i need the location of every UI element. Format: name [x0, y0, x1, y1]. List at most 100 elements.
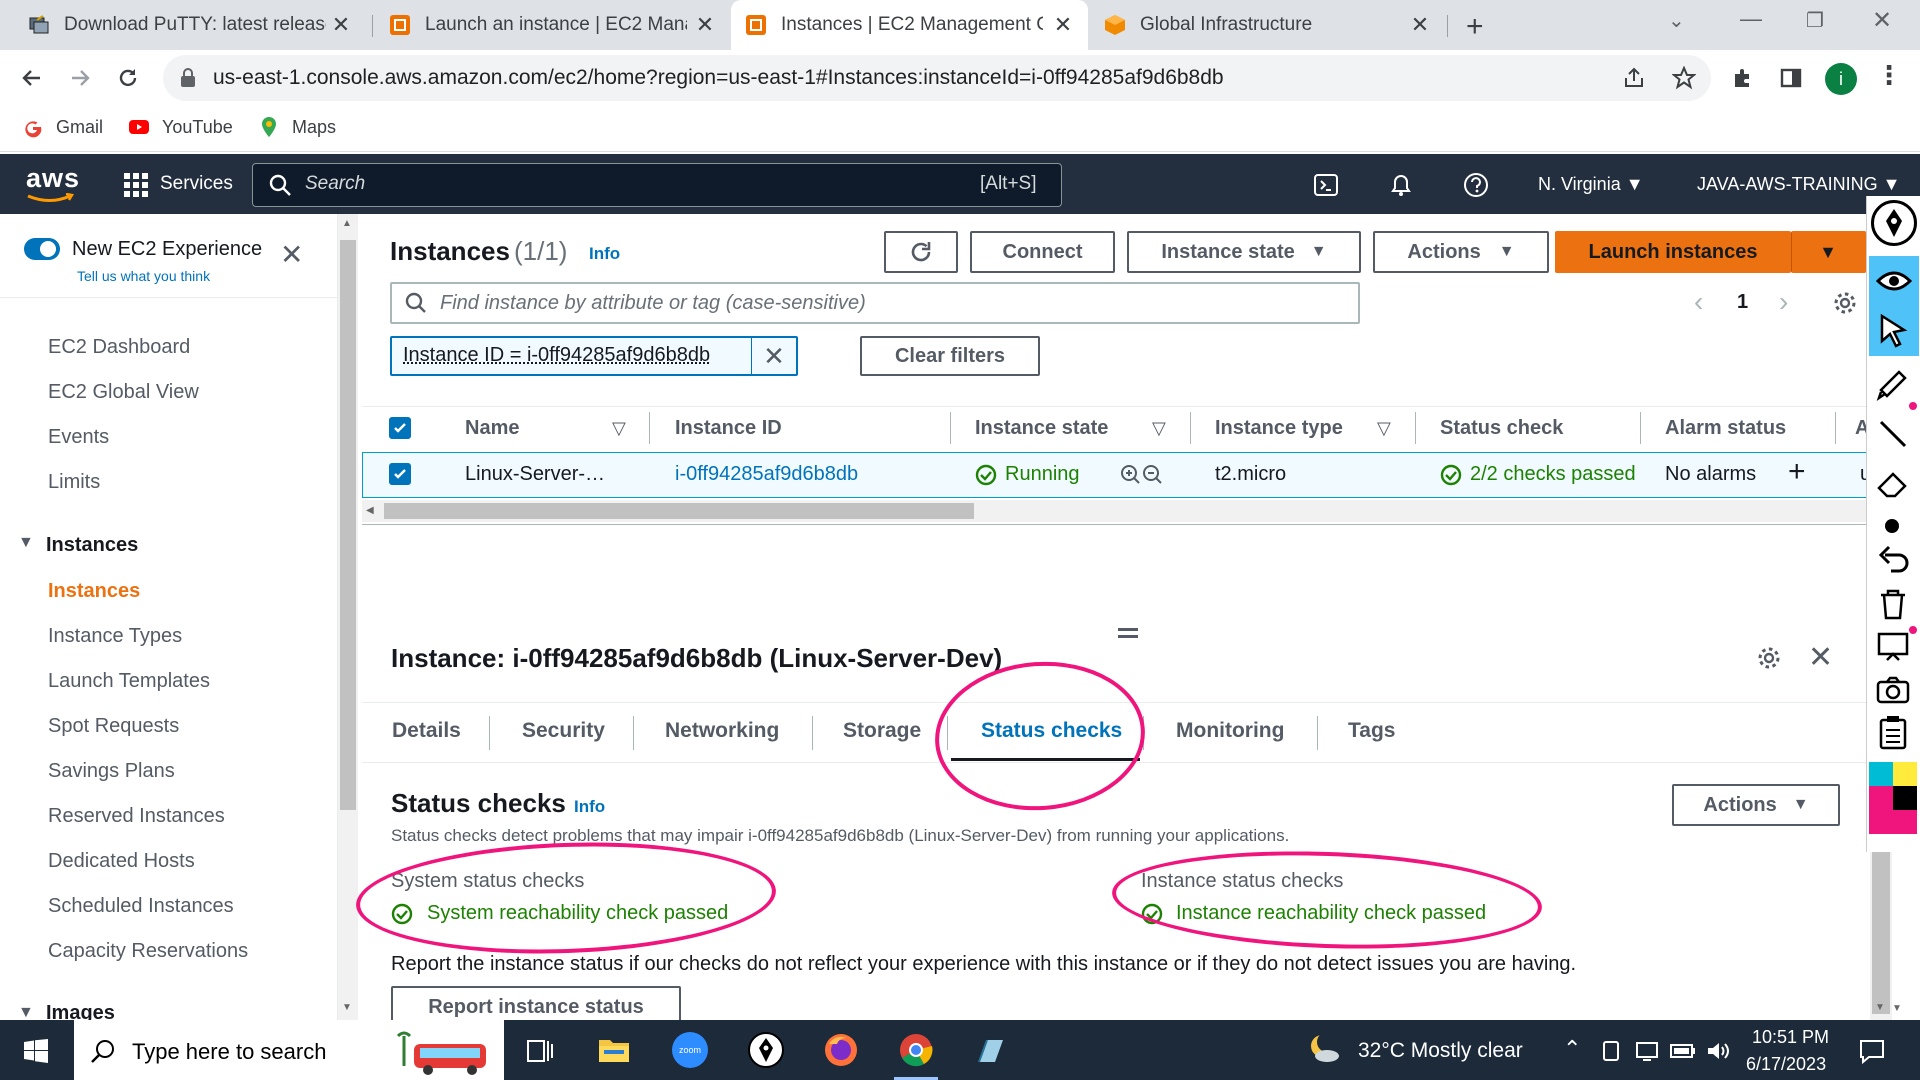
caret-down-icon[interactable]: ▼ — [18, 1004, 34, 1020]
sidebar-item-instance-types[interactable]: Instance Types — [48, 625, 182, 648]
notepad-app-icon[interactable] — [973, 1034, 1007, 1068]
highlighter-icon[interactable] — [1875, 366, 1911, 402]
zoom-app-icon[interactable]: zoom — [672, 1032, 708, 1068]
row-checkbox[interactable] — [389, 463, 411, 485]
region-selector[interactable]: N. Virginia ▼ — [1538, 174, 1644, 195]
clear-filters-button[interactable]: Clear filters — [860, 336, 1040, 376]
bookmark-youtube[interactable]: YouTube — [128, 116, 233, 138]
cloudshell-icon[interactable] — [1313, 172, 1339, 198]
pointer-tool[interactable] — [1869, 306, 1919, 356]
tab-storage[interactable]: Storage — [843, 719, 921, 743]
view-tool[interactable] — [1869, 256, 1919, 306]
close-tab-icon[interactable]: ✕ — [692, 12, 718, 38]
sidebar-item-ec2-dashboard[interactable]: EC2 Dashboard — [48, 336, 190, 359]
scroll-down-icon[interactable]: ▼ — [1892, 1003, 1902, 1014]
scroll-left-icon[interactable]: ◀ — [366, 505, 374, 516]
remove-filter-icon[interactable]: ✕ — [751, 338, 796, 374]
brush-size-icon[interactable] — [1885, 519, 1899, 533]
filter-caret-icon[interactable]: ▽ — [1152, 418, 1166, 439]
tab-monitoring[interactable]: Monitoring — [1176, 719, 1284, 743]
sidebar-item-launch-templates[interactable]: Launch Templates — [48, 670, 210, 693]
filter-caret-icon[interactable]: ▽ — [1377, 418, 1391, 439]
refresh-button[interactable] — [884, 231, 958, 273]
scroll-down-icon[interactable]: ▼ — [1875, 1002, 1885, 1013]
star-icon[interactable] — [1672, 66, 1696, 90]
close-tab-icon[interactable]: ✕ — [1050, 12, 1076, 38]
sidebar-item-dedicated-hosts[interactable]: Dedicated Hosts — [48, 850, 195, 873]
clock-date[interactable]: 6/17/2023 — [1746, 1054, 1826, 1075]
sidebar-item-scheduled-instances[interactable]: Scheduled Instances — [48, 895, 234, 918]
info-link[interactable]: Info — [589, 244, 620, 264]
browser-tab-instances[interactable]: Instances | EC2 Management Cor ✕ — [731, 0, 1088, 50]
firefox-icon[interactable] — [823, 1032, 859, 1068]
close-sidebar-icon[interactable]: ✕ — [280, 238, 303, 271]
sidebar-section-images[interactable]: Images — [46, 1002, 115, 1020]
color-swatch-magenta[interactable] — [1893, 810, 1917, 834]
sidebar-item-reserved-instances[interactable]: Reserved Instances — [48, 805, 225, 828]
forward-button[interactable] — [64, 62, 96, 94]
chrome-icon[interactable] — [898, 1032, 934, 1068]
scroll-up-icon[interactable]: ▲ — [342, 218, 352, 229]
notifications-icon[interactable] — [1859, 1038, 1885, 1064]
url-text[interactable]: us-east-1.console.aws.amazon.com/ec2/hom… — [213, 66, 1224, 90]
select-all-checkbox[interactable] — [389, 417, 411, 439]
bookmark-maps[interactable]: Maps — [258, 116, 336, 138]
feedback-link[interactable]: Tell us what you think — [77, 268, 210, 284]
grid-menu-icon[interactable] — [124, 173, 148, 197]
row-instance-id-link[interactable]: i-0ff94285af9d6b8db — [675, 463, 858, 486]
line-tool-icon[interactable] — [1875, 416, 1911, 452]
sidebar-item-ec2-global-view[interactable]: EC2 Global View — [48, 381, 199, 404]
gear-icon[interactable] — [1832, 290, 1858, 316]
scrollbar-thumb[interactable] — [1872, 844, 1890, 1014]
zoom-icons[interactable] — [1120, 464, 1164, 486]
scroll-down-icon[interactable]: ▼ — [342, 1002, 352, 1013]
camera-icon[interactable] — [1875, 672, 1911, 708]
column-header-status-check[interactable]: Status check — [1440, 417, 1563, 440]
file-explorer-icon[interactable] — [598, 1036, 630, 1064]
connect-button[interactable]: Connect — [970, 231, 1115, 273]
volume-icon[interactable] — [1706, 1040, 1732, 1062]
services-menu[interactable]: Services — [160, 173, 233, 195]
close-tab-icon[interactable]: ✕ — [1407, 12, 1433, 38]
browser-menu-icon[interactable]: ⋮ — [1876, 60, 1902, 91]
task-view-icon[interactable] — [526, 1038, 554, 1064]
undo-icon[interactable] — [1875, 541, 1911, 577]
previous-page-icon[interactable]: ‹ — [1694, 286, 1703, 318]
sidebar-item-limits[interactable]: Limits — [48, 471, 100, 494]
back-button[interactable] — [16, 62, 48, 94]
pen-tool-icon[interactable] — [1871, 200, 1917, 246]
next-page-icon[interactable]: › — [1779, 286, 1788, 318]
column-header-instance-type[interactable]: Instance type — [1215, 417, 1343, 440]
tab-security[interactable]: Security — [522, 719, 605, 743]
aws-logo[interactable]: aws — [26, 163, 80, 194]
share-icon[interactable] — [1622, 66, 1646, 90]
close-panel-icon[interactable]: ✕ — [1808, 640, 1833, 675]
actions-button[interactable]: Actions ▼ — [1373, 231, 1549, 273]
sidebar-item-spot-requests[interactable]: Spot Requests — [48, 715, 179, 738]
tab-tags[interactable]: Tags — [1348, 719, 1395, 743]
whiteboard-icon[interactable] — [1875, 628, 1911, 664]
sidebar-item-events[interactable]: Events — [48, 426, 109, 449]
column-header-alarm-status[interactable]: Alarm status — [1665, 417, 1786, 440]
minimize-button[interactable]: — — [1740, 6, 1762, 32]
launch-dropdown-button[interactable]: ▼ — [1791, 231, 1866, 273]
scrollbar-thumb[interactable] — [340, 240, 356, 810]
windows-start-icon[interactable] — [24, 1039, 48, 1063]
clipboard-icon[interactable] — [1875, 714, 1911, 750]
color-swatch-magenta[interactable] — [1869, 786, 1893, 834]
browser-tab-launch-instance[interactable]: Launch an instance | EC2 Manage ✕ — [375, 0, 730, 50]
color-swatch-yellow[interactable] — [1893, 762, 1917, 786]
sidebar-item-savings-plans[interactable]: Savings Plans — [48, 760, 175, 783]
tab-search-icon[interactable]: ⌄ — [1668, 8, 1685, 33]
gear-icon[interactable] — [1756, 645, 1782, 671]
clock-time[interactable]: 10:51 PM — [1752, 1027, 1829, 1048]
instance-state-button[interactable]: Instance state ▼ — [1127, 231, 1361, 273]
launch-instances-button[interactable]: Launch instances — [1555, 231, 1791, 273]
bell-icon[interactable] — [1388, 172, 1414, 198]
column-header-instance-state[interactable]: Instance state — [975, 417, 1108, 440]
tab-details[interactable]: Details — [392, 719, 461, 743]
table-horizontal-scrollbar[interactable]: ◀ — [362, 500, 1870, 522]
color-swatch-cyan[interactable] — [1869, 762, 1893, 786]
browser-tab-global-infrastructure[interactable]: Global Infrastructure ✕ — [1090, 0, 1445, 50]
scrollbar-thumb[interactable] — [384, 503, 974, 519]
